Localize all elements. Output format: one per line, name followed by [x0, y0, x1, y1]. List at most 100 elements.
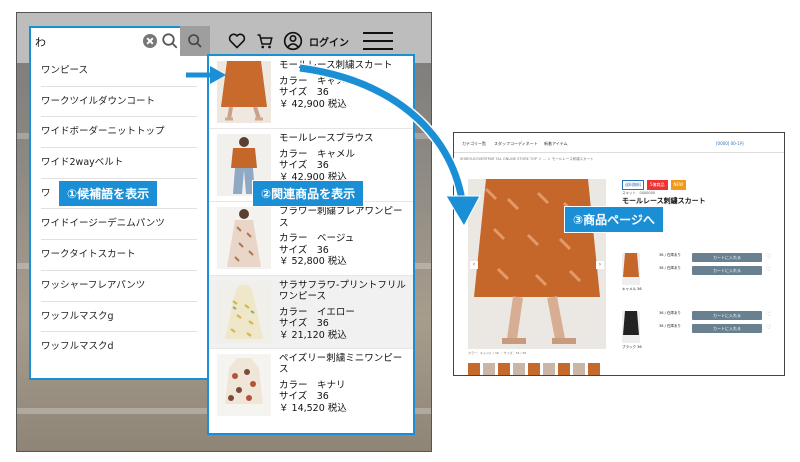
- breadcrumb: SHIROUCOVERTPAR TAL ONLINE STORE TOP ＞ .…: [460, 157, 594, 161]
- thumbnail[interactable]: [468, 363, 480, 375]
- color-value: ベージュ: [317, 233, 355, 245]
- product-price: ￥ 42,900 税込: [279, 98, 347, 110]
- product-detail-page: カテゴリー覧 スタッフコーディネート 新着アイテム [0000] 00-1円 S…: [453, 132, 785, 376]
- product-price: ￥ 52,800 税込: [279, 256, 347, 268]
- product-name[interactable]: サラサフラワ-プリントフリルワンピース: [279, 280, 411, 303]
- pdp-nav-contact[interactable]: [0000] 00-1円: [716, 141, 744, 147]
- product-price: ￥ 21,120 税込: [279, 329, 347, 341]
- tag-badge: NEW: [670, 180, 687, 190]
- add-to-cart-button[interactable]: カートに入れる: [692, 266, 762, 275]
- color-value: キナリ: [317, 379, 346, 391]
- image-caption: カラー：キャメル / 36 ・ サイズ：36 / 38: [468, 351, 527, 355]
- product-name[interactable]: モールレースブラウス: [279, 133, 411, 145]
- variant-thumb: [622, 253, 640, 285]
- product-name[interactable]: モールレース刺繍スカート: [279, 60, 411, 72]
- thumbnail[interactable]: [543, 363, 555, 375]
- size-label: サイズ: [279, 244, 308, 256]
- favorite-icon[interactable]: ♡: [766, 312, 772, 318]
- prev-image-arrow[interactable]: ‹: [470, 261, 478, 269]
- variant-stock: 38 / 在庫あり: [659, 324, 681, 328]
- pdp-nav-bar: カテゴリー覧 スタッフコーディネート 新着アイテム [0000] 00-1円: [454, 133, 784, 153]
- size-value: 36: [316, 244, 329, 256]
- variant-thumb: [622, 311, 640, 343]
- user-icon[interactable]: [283, 31, 303, 51]
- suggestion-item[interactable]: ワンピース: [41, 56, 197, 87]
- product-name[interactable]: フラワー刺繍フレアワンピース: [279, 206, 411, 229]
- thumbnail[interactable]: [483, 363, 495, 375]
- search-input[interactable]: [35, 31, 145, 53]
- pdp-nav-item[interactable]: 新着アイテム: [544, 141, 568, 147]
- variant-block: 36 / 在庫あり 38 / 在庫あり カートに入れる カートに入れる ♡ ♡ …: [622, 253, 772, 293]
- clear-icon[interactable]: [143, 34, 157, 48]
- suggestion-item[interactable]: ワッフルマスクd: [41, 332, 197, 363]
- suggestion-item[interactable]: ワイド2wayベルト: [41, 148, 197, 179]
- suggestion-list: ワンピース ワークツイルダウンコート ワイドボーダーニットトップ ワイド2way…: [29, 56, 209, 380]
- thumbnail[interactable]: [498, 363, 510, 375]
- product-item[interactable]: フラワー刺繍フレアワンピース カラー ベージュ サイズ 36 ￥ 52,800 …: [209, 202, 413, 276]
- thumbnail[interactable]: [558, 363, 570, 375]
- step-badge-1: ①候補語を表示: [58, 180, 159, 207]
- login-link[interactable]: ログイン: [309, 34, 349, 49]
- pdp-nav-item[interactable]: スタッフコーディネート: [494, 141, 538, 147]
- step-badge-2: ②関連商品を表示: [252, 180, 365, 207]
- suggestion-item[interactable]: ワイドイージーデニムパンツ: [41, 209, 197, 241]
- product-item[interactable]: サラサフラワ-プリントフリルワンピース カラー イエロー サイズ 36 ￥ 21…: [209, 275, 413, 349]
- color-value: キャメル: [317, 75, 356, 87]
- product-item[interactable]: モールレース刺繍スカート カラー キャメル サイズ 36 ￥ 42,900 税込: [209, 56, 413, 130]
- product-tags: 送料無料 5億商品 NEW: [622, 180, 687, 190]
- color-label: カラー: [279, 306, 308, 318]
- favorite-icon[interactable]: ♡: [766, 267, 772, 273]
- size-value: 36: [316, 318, 329, 330]
- cart-icon[interactable]: [255, 31, 275, 51]
- variant-block: 36 / 在庫あり 38 / 在庫あり カートに入れる カートに入れる ♡ ♡ …: [622, 311, 772, 351]
- related-products-list: モールレース刺繍スカート カラー キャメル サイズ 36 ￥ 42,900 税込…: [207, 54, 415, 435]
- suggestion-item[interactable]: ワッシャーフレアパンツ: [41, 271, 197, 302]
- size-value: 36: [316, 391, 329, 403]
- variant-stock: 36 / 在庫あり: [659, 253, 681, 257]
- color-label: カラー: [279, 75, 308, 87]
- favorite-icon[interactable]: ♡: [766, 254, 772, 260]
- size-label: サイズ: [279, 160, 308, 172]
- product-title: モールレース刺繍スカート: [622, 197, 706, 205]
- thumbnail[interactable]: [588, 363, 600, 375]
- search-icon[interactable]: [161, 32, 179, 50]
- variant-stock: 38 / 在庫あり: [659, 266, 681, 270]
- variant-label: ブラック 36: [622, 345, 642, 349]
- product-image: [217, 207, 271, 270]
- thumbnail[interactable]: [528, 363, 540, 375]
- suggestion-item[interactable]: ワイドボーダーニットトップ: [41, 117, 197, 149]
- product-main-image: [468, 179, 606, 349]
- variant-stock: 36 / 在庫あり: [659, 311, 681, 315]
- step-badge-3: ③商品ページへ: [564, 206, 664, 233]
- heart-icon[interactable]: [227, 31, 247, 51]
- favorite-icon[interactable]: ♡: [766, 325, 772, 331]
- product-image: [217, 280, 271, 343]
- color-label: カラー: [279, 379, 308, 391]
- color-label: カラー: [279, 148, 308, 160]
- search-icon: [188, 34, 202, 48]
- search-button[interactable]: [180, 26, 210, 56]
- pdp-nav-item[interactable]: カテゴリー覧: [462, 141, 486, 147]
- hamburger-menu-icon[interactable]: [363, 32, 393, 50]
- tag-badge: 送料無料: [622, 180, 644, 190]
- thumbnail[interactable]: [513, 363, 525, 375]
- color-label: カラー: [279, 233, 308, 245]
- product-name[interactable]: ペイズリー刺繍ミニワンピース: [279, 353, 411, 376]
- color-value: イエロー: [317, 306, 355, 318]
- add-to-cart-button[interactable]: カートに入れる: [692, 324, 762, 333]
- size-label: サイズ: [279, 318, 308, 330]
- product-price: ￥ 14,520 税込: [279, 402, 347, 414]
- suggestion-item[interactable]: ワークタイトスカート: [41, 240, 197, 271]
- tag-badge: 5億商品: [647, 180, 668, 190]
- product-item[interactable]: ペイズリー刺繍ミニワンピース カラー キナリ サイズ 36 ￥ 14,520 税…: [209, 349, 413, 422]
- product-image: [217, 353, 271, 416]
- size-label: サイズ: [279, 87, 308, 98]
- add-to-cart-button[interactable]: カートに入れる: [692, 311, 762, 320]
- variant-label: キャメル 36: [622, 287, 642, 291]
- next-image-arrow[interactable]: ›: [596, 261, 604, 269]
- add-to-cart-button[interactable]: カートに入れる: [692, 253, 762, 262]
- thumbnail[interactable]: [573, 363, 585, 375]
- color-value: キャメル: [317, 148, 356, 160]
- suggestion-item[interactable]: ワッフルマスクg: [41, 302, 197, 333]
- suggestion-item[interactable]: ワークツイルダウンコート: [41, 87, 197, 118]
